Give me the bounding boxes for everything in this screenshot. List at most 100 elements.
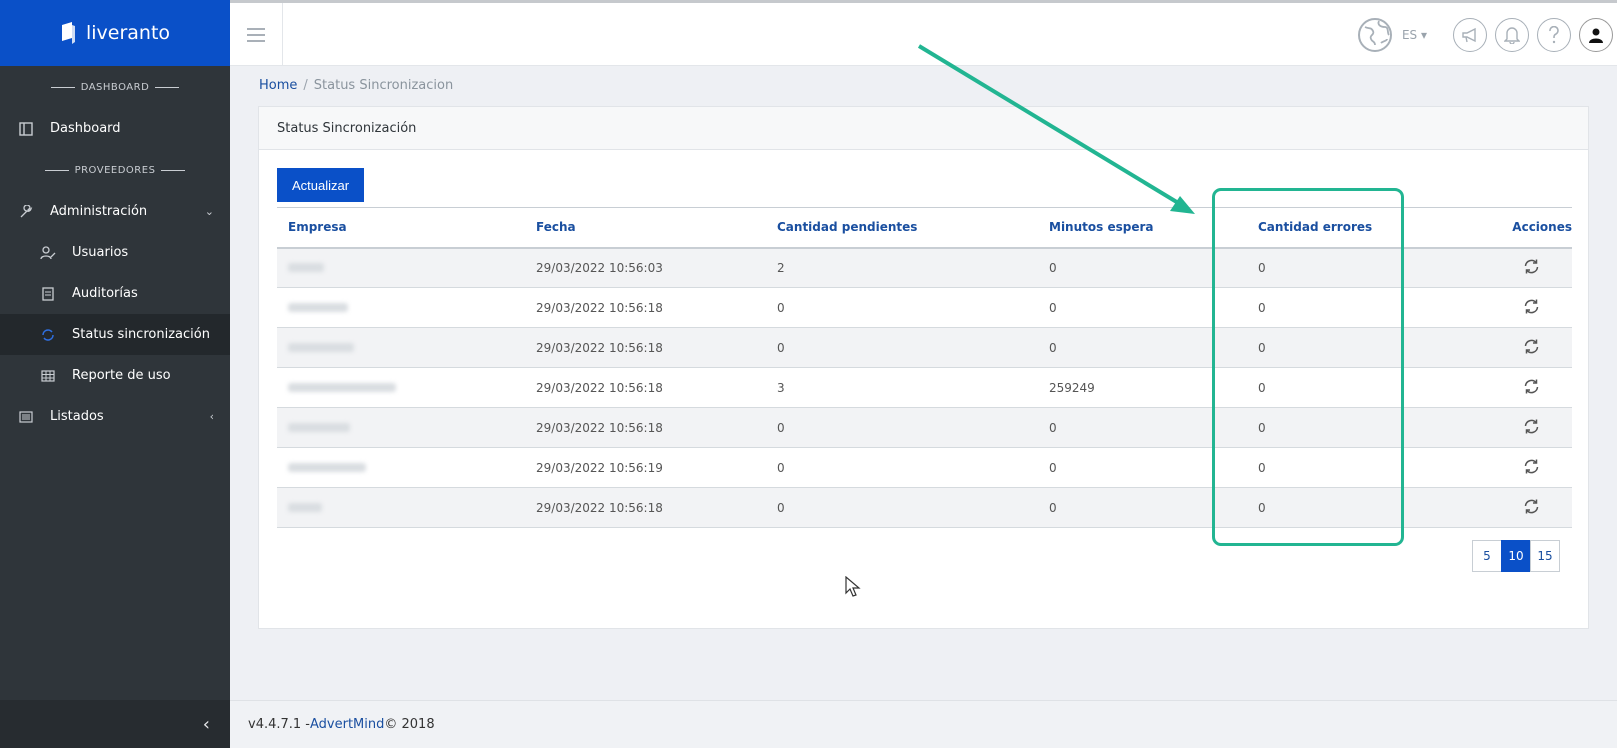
sidebar-item-label: Auditorías [72, 286, 138, 301]
table-row: 29/03/2022 10:56:18 0 0 0 [277, 327, 1572, 368]
table-header-row: Empresa Fecha Cantidad pendientes Minuto… [277, 207, 1572, 249]
brand[interactable]: liveranto [0, 0, 230, 66]
cell-errores: 0 [1247, 327, 1487, 368]
sync-icon [40, 327, 56, 343]
redacted-text [288, 302, 348, 312]
sidebar-item-label: Administración [50, 204, 148, 219]
table-row: 29/03/2022 10:56:18 0 0 0 [277, 407, 1572, 448]
sync-row-icon[interactable] [1523, 458, 1540, 475]
sidebar-item-label: Dashboard [50, 121, 121, 136]
sync-row-icon[interactable] [1523, 498, 1540, 515]
col-acciones: Acciones [1487, 207, 1572, 249]
cell-acciones [1487, 407, 1572, 448]
bell-icon[interactable] [1495, 17, 1529, 52]
status-card: Status Sincronización Actualizar Empresa… [258, 106, 1589, 629]
cell-pendientes: 0 [766, 407, 1038, 448]
cell-fecha: 29/03/2022 10:56:18 [525, 407, 766, 448]
cell-acciones [1487, 327, 1572, 368]
col-empresa[interactable]: Empresa [277, 207, 525, 249]
page-size-selector: 5 10 15 [1472, 540, 1560, 572]
cell-empresa [277, 407, 525, 448]
sidebar-item-dashboard[interactable]: Dashboard [0, 108, 230, 149]
chevron-left-icon: ‹ [202, 713, 210, 735]
clipboard-icon [40, 286, 56, 302]
cell-fecha: 29/03/2022 10:56:18 [525, 287, 766, 328]
page-size-10[interactable]: 10 [1501, 540, 1531, 572]
table-row: 29/03/2022 10:56:18 0 0 0 [277, 487, 1572, 528]
breadcrumb: Home / Status Sincronizacion [259, 78, 454, 93]
cell-minutos: 0 [1038, 447, 1247, 488]
cell-pendientes: 0 [766, 327, 1038, 368]
cell-minutos: 0 [1038, 287, 1247, 328]
sidebar-item-administracion[interactable]: Administración ⌄ [0, 191, 230, 232]
menu-toggle-button[interactable] [230, 3, 283, 66]
sync-row-icon[interactable] [1523, 298, 1540, 315]
logo-icon [61, 22, 75, 44]
top-header: ES ▾ [230, 0, 1617, 66]
cell-empresa [277, 327, 525, 368]
sidebar-collapse-button[interactable]: ‹ [0, 700, 230, 748]
breadcrumb-home[interactable]: Home [259, 78, 297, 93]
hamburger-icon [247, 33, 265, 36]
sidebar-item-listados[interactable]: Listados ‹ [0, 396, 230, 437]
sidebar-item-status-sincronizacion[interactable]: Status sincronización [0, 314, 230, 355]
cell-errores: 0 [1247, 367, 1487, 408]
cell-fecha: 29/03/2022 10:56:18 [525, 327, 766, 368]
chevron-down-icon: ⌄ [204, 205, 214, 218]
cell-errores: 0 [1247, 447, 1487, 488]
language-selector[interactable]: ES ▾ [1402, 28, 1427, 42]
cell-empresa [277, 487, 525, 528]
user-avatar-icon[interactable] [1579, 17, 1613, 52]
help-icon[interactable] [1537, 17, 1571, 52]
user-edit-icon [40, 245, 56, 261]
cell-empresa [277, 367, 525, 408]
cell-acciones [1487, 487, 1572, 528]
table-row: 29/03/2022 10:56:03 2 0 0 [277, 247, 1572, 288]
megaphone-icon[interactable] [1453, 17, 1487, 52]
sync-row-icon[interactable] [1523, 418, 1540, 435]
col-cantidad-pendientes[interactable]: Cantidad pendientes [766, 207, 1038, 249]
footer-copyright: © 2018 [384, 717, 435, 732]
section-title-providers: PROVEEDORES [0, 149, 230, 191]
cell-acciones [1487, 247, 1572, 288]
redacted-text [288, 382, 396, 392]
sidebar-item-auditorias[interactable]: Auditorías [0, 273, 230, 314]
cell-acciones [1487, 447, 1572, 488]
redacted-text [288, 262, 324, 272]
cell-minutos: 259249 [1038, 367, 1247, 408]
sidebar-item-label: Usuarios [72, 245, 129, 260]
footer-company-link[interactable]: AdvertMind [310, 717, 384, 732]
layout-icon [18, 121, 34, 137]
globe-icon[interactable] [1356, 16, 1394, 54]
cell-fecha: 29/03/2022 10:56:19 [525, 447, 766, 488]
sidebar-item-usuarios[interactable]: Usuarios [0, 232, 230, 273]
cell-minutos: 0 [1038, 407, 1247, 448]
table-row: 29/03/2022 10:56:18 3 259249 0 [277, 367, 1572, 408]
sidebar-item-label: Status sincronización [72, 327, 210, 342]
sync-table: Empresa Fecha Cantidad pendientes Minuto… [277, 207, 1572, 528]
sidebar: liveranto DASHBOARD Dashboard PROVEEDORE… [0, 0, 230, 748]
sidebar-item-label: Reporte de uso [72, 368, 171, 383]
cell-fecha: 29/03/2022 10:56:03 [525, 247, 766, 288]
refresh-button[interactable]: Actualizar [277, 168, 364, 202]
cell-pendientes: 0 [766, 447, 1038, 488]
page-size-15[interactable]: 15 [1530, 540, 1560, 572]
cell-pendientes: 3 [766, 367, 1038, 408]
col-minutos-espera[interactable]: Minutos espera [1038, 207, 1247, 249]
cell-errores: 0 [1247, 407, 1487, 448]
cell-pendientes: 2 [766, 247, 1038, 288]
cell-minutos: 0 [1038, 487, 1247, 528]
header-actions: ES ▾ [1356, 3, 1617, 66]
table-row: 29/03/2022 10:56:18 0 0 0 [277, 287, 1572, 328]
col-cantidad-errores[interactable]: Cantidad errores [1247, 207, 1487, 249]
sync-row-icon[interactable] [1523, 338, 1540, 355]
page-size-5[interactable]: 5 [1472, 540, 1502, 572]
cell-pendientes: 0 [766, 287, 1038, 328]
sidebar-item-reporte-de-uso[interactable]: Reporte de uso [0, 355, 230, 396]
cell-fecha: 29/03/2022 10:56:18 [525, 487, 766, 528]
col-fecha[interactable]: Fecha [525, 207, 766, 249]
sync-row-icon[interactable] [1523, 378, 1540, 395]
sync-row-icon[interactable] [1523, 258, 1540, 275]
list-icon [18, 409, 34, 425]
sidebar-item-label: Listados [50, 409, 104, 424]
